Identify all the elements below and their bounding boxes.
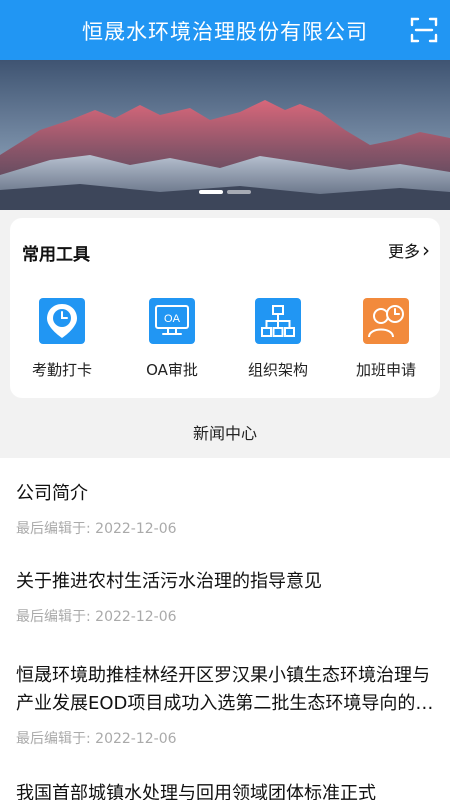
carousel-dot (227, 190, 251, 194)
tool-label: 组织架构 (247, 361, 308, 379)
carousel-dot (199, 190, 223, 194)
page-title: 恒晟水环境治理股份有限公司 (82, 20, 368, 44)
app-header: 恒晟水环境治理股份有限公司 (0, 0, 450, 60)
chevron-right-icon: › (422, 238, 430, 262)
news-item[interactable]: 恒晟环境助推桂林经开区罗汉果小镇生态环境治理与产业发展EOD项目成功入选第二批生… (16, 662, 436, 748)
org-chart-icon (255, 298, 301, 344)
news-item[interactable]: 公司简介 最后编辑于: 2022-12-06 (16, 480, 436, 538)
tool-oa-approval[interactable]: OA OA审批 (122, 298, 222, 388)
tool-attendance[interactable]: 考勤打卡 (12, 298, 112, 388)
more-label: 更多 (387, 242, 420, 261)
more-link[interactable]: 更多 › (388, 238, 430, 262)
tool-label: 考勤打卡 (31, 361, 92, 379)
tools-card: 常用工具 更多 › 考勤打卡 OA OA审批 组织架构 加班申请 (10, 218, 440, 398)
news-meta: 最后编辑于: 2022-12-06 (16, 731, 177, 747)
news-section-title: 新闻中心 (192, 424, 257, 443)
news-list: 公司简介 最后编辑于: 2022-12-06 关于推进农村生活污水治理的指导意见… (0, 458, 450, 800)
mountain-banner-image (0, 60, 450, 210)
carousel-indicator (199, 190, 251, 194)
news-meta: 最后编辑于: 2022-12-06 (16, 521, 177, 537)
news-title: 公司简介 (16, 483, 88, 504)
news-item[interactable]: 关于推进农村生活污水治理的指导意见 最后编辑于: 2022-12-06 (16, 568, 436, 626)
location-clock-icon (39, 298, 85, 344)
tools-title: 常用工具 (22, 245, 90, 265)
news-meta: 最后编辑于: 2022-12-06 (16, 609, 177, 625)
user-clock-icon (363, 298, 409, 344)
tool-label: 加班申请 (355, 361, 416, 379)
oa-icon-text: OA (164, 313, 181, 325)
scan-icon[interactable] (410, 16, 438, 44)
news-title: 我国首部城镇水处理与回用领域团体标准正式 (16, 783, 376, 800)
tool-org-chart[interactable]: 组织架构 (228, 298, 328, 388)
banner-carousel[interactable] (0, 60, 450, 210)
tool-label: OA审批 (146, 361, 198, 379)
oa-monitor-icon: OA (149, 298, 195, 344)
news-item[interactable]: 我国首部城镇水处理与回用领域团体标准正式 (16, 780, 436, 800)
news-title: 恒晟环境助推桂林经开区罗汉果小镇生态环境治理与产业发展EOD项目成功入选第二批生… (16, 665, 434, 714)
news-title: 关于推进农村生活污水治理的指导意见 (16, 571, 322, 592)
tool-overtime-request[interactable]: 加班申请 (336, 298, 436, 388)
